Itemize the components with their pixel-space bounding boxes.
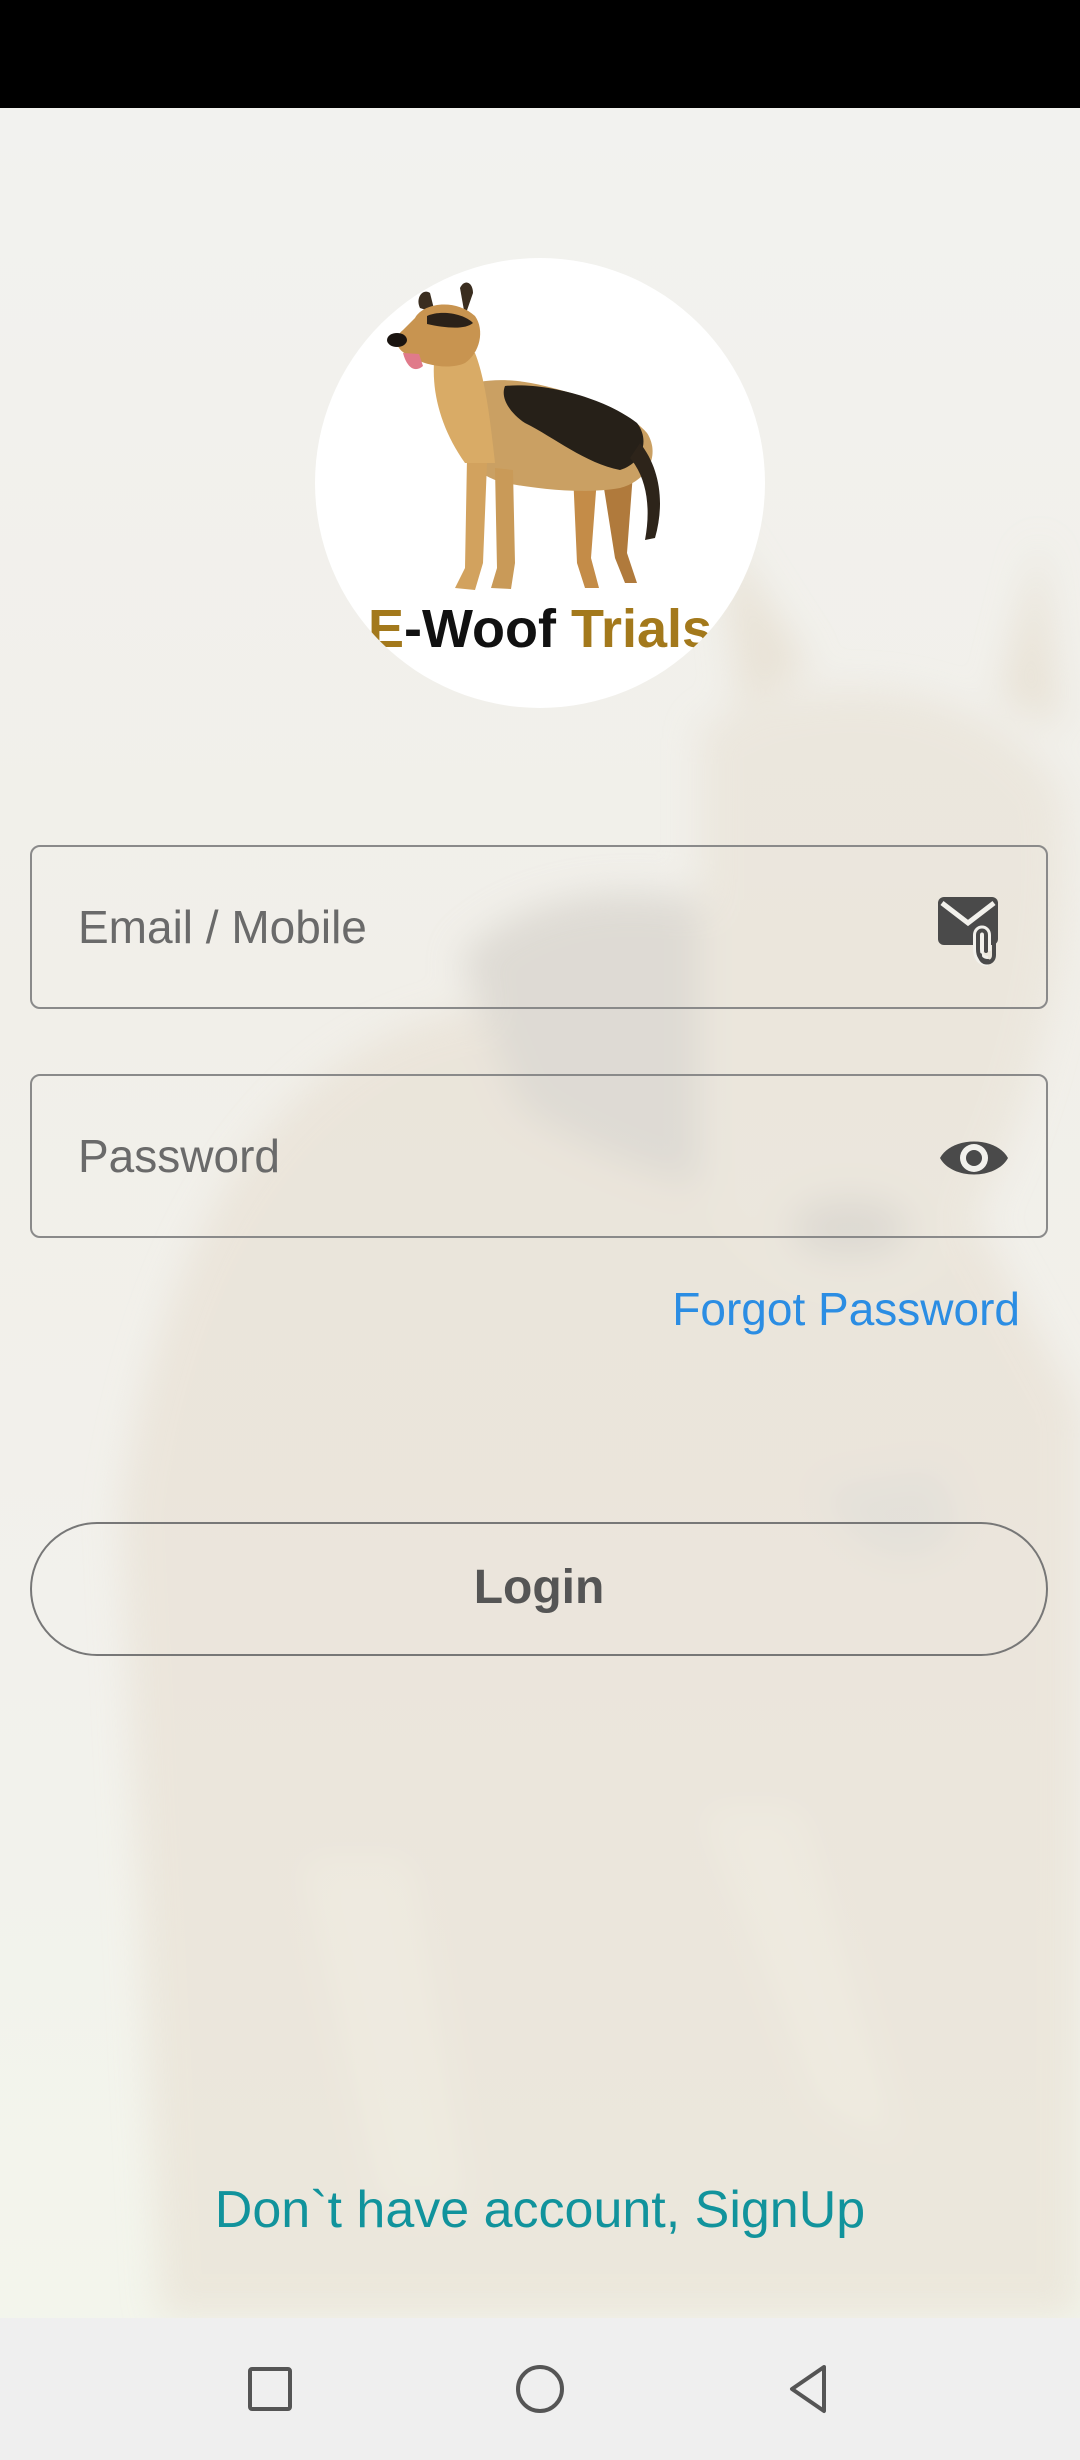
email-input[interactable] xyxy=(78,847,898,1007)
navigation-bar xyxy=(0,2318,1080,2460)
login-button[interactable]: Login xyxy=(30,1522,1048,1656)
email-field[interactable] xyxy=(30,845,1048,1009)
app-logo: E-Woof Trials xyxy=(315,258,765,708)
square-icon[interactable] xyxy=(234,2353,306,2425)
eye-icon[interactable] xyxy=(936,1120,1012,1196)
signup-link[interactable]: Don`t have account, SignUp xyxy=(0,2180,1080,2240)
forgot-password-link[interactable]: Forgot Password xyxy=(672,1282,1020,1336)
triangle-back-icon[interactable] xyxy=(772,2353,844,2425)
password-field[interactable] xyxy=(30,1074,1048,1238)
password-input[interactable] xyxy=(78,1076,898,1236)
mail-attachment-icon xyxy=(936,891,1012,967)
circle-icon[interactable] xyxy=(504,2353,576,2425)
logo-title: E-Woof Trials xyxy=(367,599,713,659)
status-bar xyxy=(0,0,1080,108)
